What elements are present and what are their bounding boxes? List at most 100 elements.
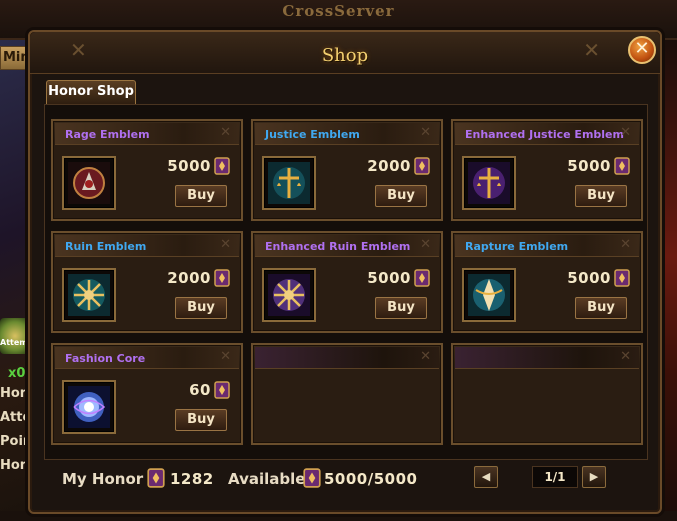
- tab-honor-shop[interactable]: Honor Shop: [46, 80, 136, 104]
- rage-emblem-icon: [68, 162, 110, 204]
- corner-ornament-icon: ✕: [620, 125, 631, 140]
- price-row: 2000: [367, 156, 431, 176]
- item-slot[interactable]: [62, 380, 116, 434]
- available-value: 5000/5000: [324, 470, 418, 488]
- card-header: Rage Emblem ✕: [55, 123, 239, 145]
- buy-button[interactable]: Buy: [575, 185, 627, 207]
- item-name: Rage Emblem: [65, 128, 150, 141]
- honor-currency-icon: [147, 468, 165, 488]
- card-header: ✕: [255, 347, 439, 369]
- corner-ornament-icon: ✕: [620, 349, 631, 364]
- price-row: 5000: [167, 156, 231, 176]
- rapture-emblem-icon: [468, 274, 510, 316]
- honor-currency-icon: [614, 269, 630, 287]
- enhanced-justice-emblem-icon: [468, 162, 510, 204]
- window-title: Shop: [321, 45, 369, 66]
- crossserver-title: CrossServer: [282, 2, 395, 20]
- background-attempt-badge: Attemp: [0, 318, 30, 354]
- shop-item-card: Ruin Emblem ✕ 2000 Buy: [51, 231, 243, 333]
- item-price: 5000: [567, 157, 611, 175]
- honor-currency-icon: [414, 157, 430, 175]
- buy-button[interactable]: Buy: [175, 185, 227, 207]
- item-price: 2000: [367, 157, 411, 175]
- justice-emblem-icon: [268, 162, 310, 204]
- item-name: Enhanced Ruin Emblem: [265, 240, 411, 253]
- corner-ornament-icon: ✕: [420, 125, 431, 140]
- card-header: Enhanced Ruin Emblem ✕: [255, 235, 439, 257]
- corner-ornament-icon: ✕: [220, 125, 231, 140]
- enhanced-ruin-emblem-icon: [268, 274, 310, 316]
- honor-currency-icon: [214, 269, 230, 287]
- price-row: 2000: [167, 268, 231, 288]
- item-slot[interactable]: [262, 268, 316, 322]
- corner-ornament-icon: ✕: [220, 349, 231, 364]
- triangle-right-icon: ▶: [589, 470, 599, 483]
- buy-button[interactable]: Buy: [375, 185, 427, 207]
- corner-ornament-icon: ✕: [420, 349, 431, 364]
- item-slot[interactable]: [62, 268, 116, 322]
- triangle-left-icon: ◀: [481, 470, 491, 483]
- shop-item-card: Rapture Emblem ✕ 5000 Buy: [451, 231, 643, 333]
- card-header: Fashion Core ✕: [55, 347, 239, 369]
- honor-currency-icon: [214, 381, 230, 399]
- shop-item-card: Justice Emblem ✕ 2000 Buy: [251, 119, 443, 221]
- available-label: Available: [228, 470, 306, 488]
- honor-currency-icon: [214, 157, 230, 175]
- item-name: Enhanced Justice Emblem: [465, 128, 624, 141]
- badge-text: Attemp: [0, 338, 30, 347]
- card-header: Enhanced Justice Emblem ✕: [455, 123, 639, 145]
- item-name: Justice Emblem: [265, 128, 360, 141]
- close-button[interactable]: ✕: [628, 36, 656, 64]
- price-row: 5000: [567, 268, 631, 288]
- buy-button[interactable]: Buy: [175, 297, 227, 319]
- empty-item-card: ✕: [251, 343, 443, 445]
- honor-currency-icon: [414, 269, 430, 287]
- honor-currency-icon: [303, 468, 321, 488]
- background-word-1: Hon: [0, 386, 30, 401]
- ruin-emblem-icon: [68, 274, 110, 316]
- corner-ornament-icon: ✕: [420, 237, 431, 252]
- item-price: 60: [189, 381, 211, 399]
- buy-button[interactable]: Buy: [175, 409, 227, 431]
- price-row: 5000: [567, 156, 631, 176]
- item-price: 2000: [167, 269, 211, 287]
- shop-item-card: Fashion Core ✕ 60 Buy: [51, 343, 243, 445]
- my-honor-label: My Honor: [62, 470, 144, 488]
- shop-window: ✕ ✕ Shop ✕ Honor Shop Rage Emblem ✕ 5000: [28, 30, 662, 514]
- shop-item-card: Enhanced Justice Emblem ✕ 5000 Buy: [451, 119, 643, 221]
- item-price: 5000: [367, 269, 411, 287]
- background-word-4: Hon: [0, 458, 30, 473]
- page-indicator: 1/1: [532, 466, 578, 488]
- corner-ornament-icon: ✕: [220, 237, 231, 252]
- shop-item-card: Rage Emblem ✕ 5000 Buy: [51, 119, 243, 221]
- item-name: Fashion Core: [65, 352, 146, 365]
- shop-grid: Rage Emblem ✕ 5000 Buy Justice Emblem ✕ …: [44, 104, 648, 460]
- item-name: Rapture Emblem: [465, 240, 569, 253]
- prev-page-button[interactable]: ◀: [474, 466, 498, 488]
- item-slot[interactable]: [462, 268, 516, 322]
- card-header: Rapture Emblem ✕: [455, 235, 639, 257]
- shop-footer: My Honor 1282 Available 5000/5000 ◀ 1/1 …: [44, 462, 648, 502]
- item-slot[interactable]: [62, 156, 116, 210]
- empty-item-card: ✕: [451, 343, 643, 445]
- price-row: 5000: [367, 268, 431, 288]
- card-header: ✕: [455, 347, 639, 369]
- item-slot[interactable]: [462, 156, 516, 210]
- item-price: 5000: [167, 157, 211, 175]
- buy-button[interactable]: Buy: [575, 297, 627, 319]
- card-header: Justice Emblem ✕: [255, 123, 439, 145]
- my-honor-value: 1282: [170, 470, 214, 488]
- item-name: Ruin Emblem: [65, 240, 147, 253]
- card-header: Ruin Emblem ✕: [55, 235, 239, 257]
- corner-ornament-icon: ✕: [620, 237, 631, 252]
- background-word-2: Atte: [0, 410, 32, 425]
- window-header: ✕ ✕ Shop ✕: [30, 32, 660, 74]
- fashion-core-icon: [68, 386, 110, 428]
- item-price: 5000: [567, 269, 611, 287]
- next-page-button[interactable]: ▶: [582, 466, 606, 488]
- item-slot[interactable]: [262, 156, 316, 210]
- shop-item-card: Enhanced Ruin Emblem ✕ 5000 Buy: [251, 231, 443, 333]
- price-row: 60: [189, 380, 231, 400]
- buy-button[interactable]: Buy: [375, 297, 427, 319]
- background-counter: x0: [8, 366, 26, 381]
